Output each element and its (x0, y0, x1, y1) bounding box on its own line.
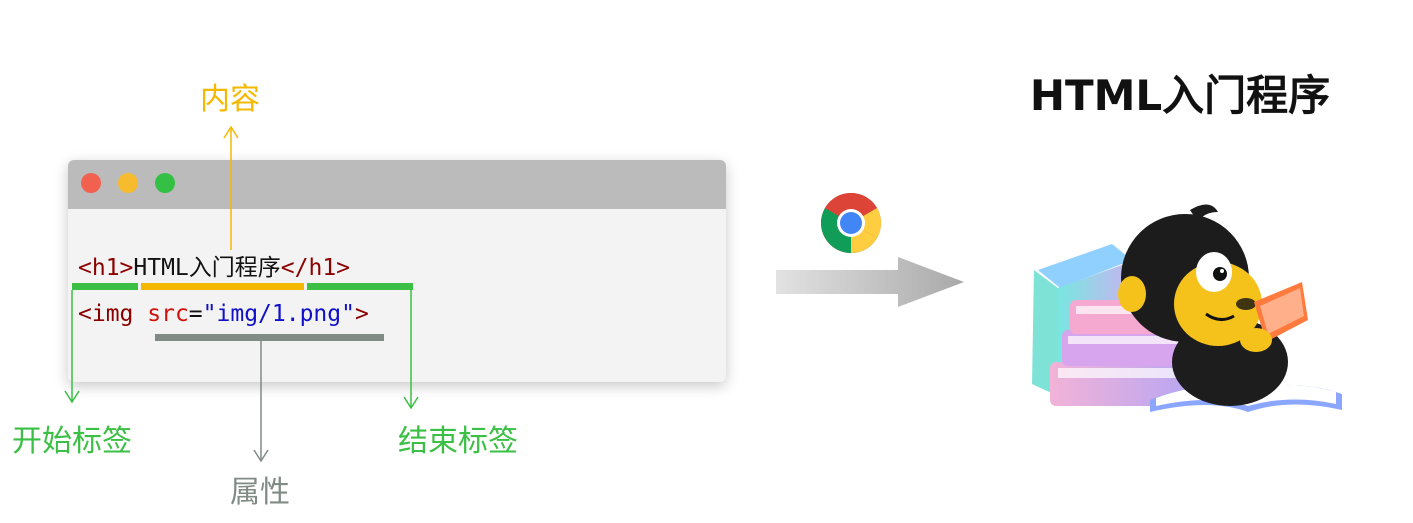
attribute-underline (155, 334, 384, 341)
h1-content: HTML入门程序 (133, 255, 281, 281)
h1-close-tag: </h1> (280, 255, 351, 281)
label-content: 内容 (200, 82, 260, 117)
src-attr-value: "img/1.png" (202, 301, 355, 327)
label-end-tag: 结束标签 (398, 424, 518, 459)
src-attr-name: src (147, 301, 189, 327)
label-start-tag: 开始标签 (12, 424, 132, 459)
start-tag-underline (72, 283, 138, 290)
flow-arrow-icon (776, 257, 964, 307)
chrome-icon (821, 193, 881, 253)
h1-open-tag: <h1> (78, 255, 134, 281)
label-attribute: 属性 (230, 475, 290, 510)
end-tag-underline (307, 283, 413, 290)
code-line-img: <img src="img/1.png"> (78, 300, 369, 328)
content-underline (141, 283, 304, 290)
attr-equals: = (188, 301, 203, 327)
img-tag-end: > (354, 301, 369, 327)
result-title: HTML入门程序 (1029, 71, 1331, 120)
mascot-illustration (1032, 204, 1342, 412)
code-editor-window: <h1>HTML入门程序</h1> <img src="img/1.png"> (68, 160, 726, 382)
code-line-h1: <h1>HTML入门程序</h1> (78, 254, 350, 282)
minimize-dot-icon (118, 173, 138, 193)
close-dot-icon (81, 173, 101, 193)
maximize-dot-icon (155, 173, 175, 193)
img-tag-start: <img (78, 301, 148, 327)
